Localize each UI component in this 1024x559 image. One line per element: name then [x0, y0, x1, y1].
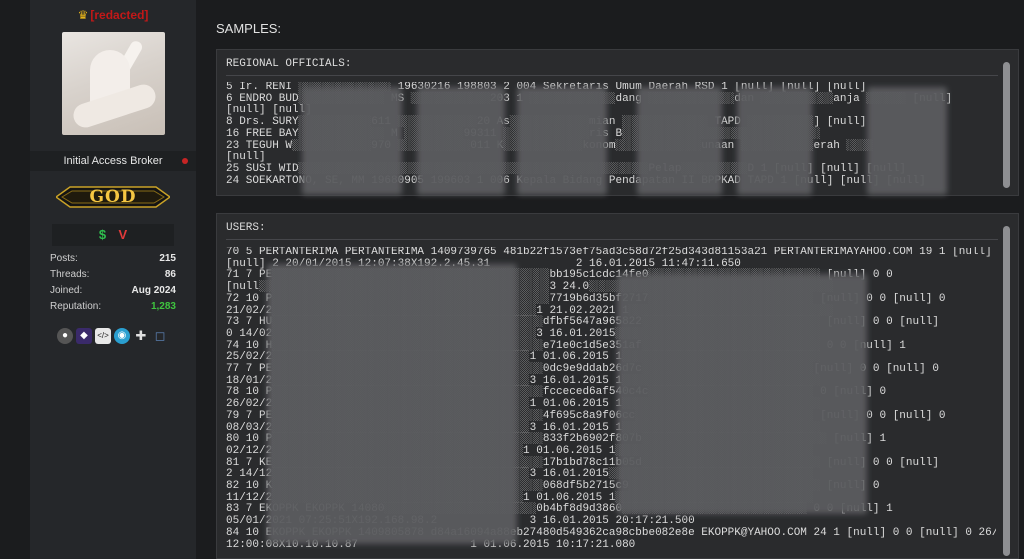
avatar[interactable]: [62, 32, 165, 135]
redaction-blur: [617, 274, 867, 514]
divider: [226, 75, 998, 76]
user-badges: $ V: [52, 224, 174, 246]
status-dot: [182, 158, 188, 164]
stat-joined: Joined: Aug 2024: [50, 285, 176, 296]
regional-officials-codeblock: REGIONAL OFFICIALS: 5 Ir. RENI ░░░░░░░░░…: [216, 49, 1019, 196]
codeblock-scrollbar[interactable]: [1003, 62, 1010, 188]
codeblock-title: USERS:: [226, 222, 266, 234]
user-icon[interactable]: ●: [57, 328, 73, 344]
samples-heading: SAMPLES:: [216, 21, 282, 36]
redaction-blur: [737, 87, 812, 195]
code-icon[interactable]: </>: [95, 328, 111, 344]
redaction-blur: [637, 87, 722, 195]
stat-threads: Threads: 86: [50, 269, 176, 280]
user-profile-panel: ♛ [redacted] Initial Access Broker GOD $ …: [30, 0, 196, 559]
gamepad-icon[interactable]: ✚: [133, 328, 149, 344]
redaction-blur: [417, 87, 505, 195]
code-line: 70 5 PERTANTERIMA PERTANTERIMA 140973976…: [226, 247, 996, 258]
username[interactable]: ♛ [redacted]: [30, 6, 196, 24]
globe-icon[interactable]: ◉: [114, 328, 130, 344]
users-codeblock: USERS: 70 5 PERTANTERIMA PERTANTERIMA 14…: [216, 213, 1019, 559]
user-stats: Posts: 215 Threads: 86 Joined: Aug 2024 …: [50, 252, 176, 316]
rank-label: GOD: [89, 187, 137, 207]
dollar-badge-icon[interactable]: $: [99, 224, 106, 246]
hacker-icon[interactable]: ◆: [76, 328, 92, 344]
rank-banner: GOD: [56, 181, 170, 213]
award-icons: ● ◆ </> ◉ ✚ ◻: [57, 328, 177, 348]
stat-reputation: Reputation: 1,283: [50, 301, 176, 312]
codeblock-title: REGIONAL OFFICIALS:: [226, 58, 352, 70]
divider: [226, 239, 998, 240]
user-role: Initial Access Broker: [63, 155, 163, 167]
chat-icon[interactable]: ◻: [152, 328, 168, 344]
codeblock-scrollbar[interactable]: [1003, 226, 1010, 556]
redaction-blur: [867, 87, 947, 195]
redaction-blur: [302, 87, 402, 195]
redaction-blur: [517, 87, 607, 195]
crown-icon: ♛: [77, 7, 89, 22]
redaction-blur: [267, 264, 517, 544]
stat-posts: Posts: 215: [50, 253, 176, 264]
user-role-bar: Initial Access Broker: [30, 151, 196, 171]
v-badge-icon[interactable]: V: [119, 224, 128, 246]
